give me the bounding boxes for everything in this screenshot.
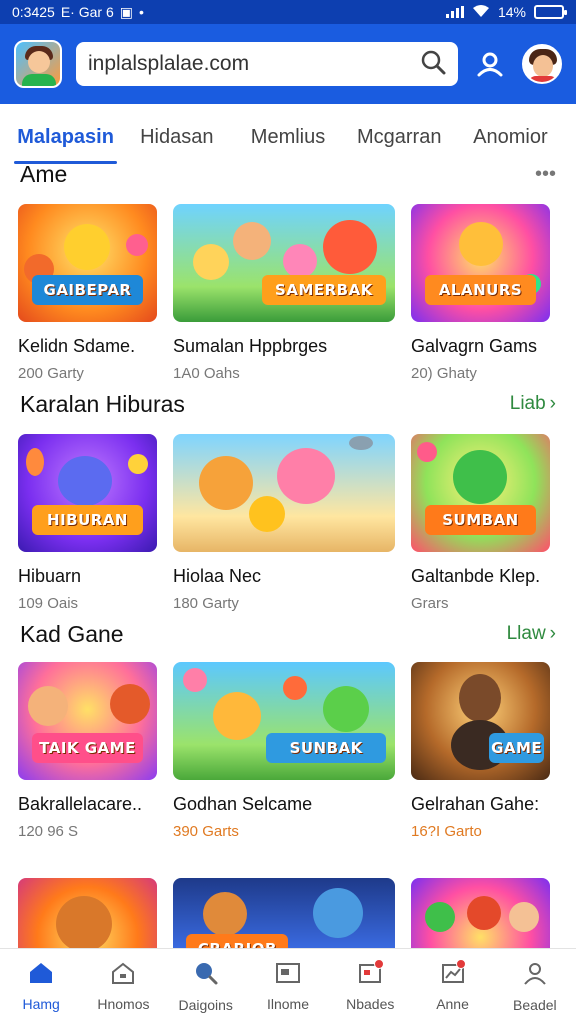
game-card[interactable]: GAIBEPAR Kelidn Sdame. 200 Garty (18, 204, 157, 382)
game-art-title: SUNBAK (266, 733, 387, 764)
user-icon[interactable] (472, 46, 508, 82)
status-indicators: E· Gar 6 (60, 4, 114, 20)
nav-hnomos[interactable]: Hnomos (82, 949, 164, 1024)
nav-beadel[interactable]: Beadel (494, 949, 576, 1024)
see-more-link[interactable]: Liab › (510, 393, 556, 415)
notification-dot (373, 959, 384, 969)
nav-label: Hnomos (97, 996, 150, 1012)
game-name: Godhan Selcame (173, 794, 313, 814)
game-card[interactable]: SUNBAK Godhan Selcame 390 Garts (173, 662, 395, 840)
nav-label: Beadel (513, 997, 557, 1013)
nav-label: Daigoins (178, 997, 233, 1013)
search-icon[interactable] (420, 49, 446, 80)
section-title: Kad Gane (20, 620, 124, 647)
section-karalan-hiburas: Karalan Hiburas Liab › HIBURAN Hibuarn 10… (0, 386, 576, 612)
game-art-title: GAIBEPAR (31, 275, 144, 306)
nav-label: Anne (436, 996, 469, 1012)
game-thumbnail[interactable]: ALANURS (411, 204, 550, 322)
battery-icon (534, 5, 567, 19)
home-icon (28, 961, 54, 990)
more-options-icon[interactable]: ••• (535, 163, 556, 186)
game-meta: Grars (411, 595, 449, 612)
nav-ilnome[interactable]: Ilnome (247, 949, 329, 1024)
status-time: 0:3425 (12, 4, 55, 20)
game-name: Kelidn Sdame. (18, 336, 136, 356)
game-card[interactable]: GAME Gelrahan Gahe: 16?I Garto (411, 662, 550, 840)
gallery-icon (275, 961, 301, 990)
game-card[interactable]: SUMBAN Galtanbde Klep. Grars (411, 434, 550, 612)
game-thumbnail[interactable] (173, 434, 395, 552)
avatar[interactable] (522, 44, 562, 84)
game-card[interactable]: SAMERBAK Sumalan Hppbrges 1A0 Oahs (173, 204, 395, 382)
game-thumbnail[interactable]: SUNBAK (173, 662, 395, 780)
game-name: Bakrallelacare.. (18, 794, 143, 814)
game-thumbnail[interactable]: TAIK GAME (18, 662, 157, 780)
section-title: Karalan Hiburas (20, 390, 185, 417)
game-card[interactable]: TAIK GAME Bakrallelacare.. 120 96 S (18, 662, 157, 840)
game-name: Sumalan Hppbrges (173, 336, 328, 356)
dot-icon: • (138, 4, 144, 20)
nav-nbades[interactable]: Nbades (329, 949, 411, 1024)
game-name: Hibuarn (18, 566, 82, 586)
game-meta: 109 Oais (18, 595, 79, 612)
game-meta: 1A0 Oahs (173, 365, 240, 382)
game-art-title: TAIK GAME (31, 733, 144, 764)
game-art-title: GAME (488, 733, 545, 764)
game-meta: 120 96 S (18, 823, 79, 840)
game-meta: 180 Garty (173, 595, 239, 612)
game-art-title: SAMERBAK (261, 275, 387, 306)
app-header: inplalsplalae.com (0, 24, 576, 104)
game-name: Galtanbde Klep. (411, 566, 541, 586)
section-title: Ame (20, 160, 68, 187)
notification-dot (455, 959, 466, 969)
game-card[interactable]: HIBURAN Hibuarn 109 Oais (18, 434, 157, 612)
search-input[interactable]: inplalsplalae.com (88, 52, 420, 76)
game-thumbnail[interactable]: SAMERBAK (173, 204, 395, 322)
wifi-icon (472, 4, 490, 21)
chevron-right-icon: › (549, 623, 556, 644)
search-bar[interactable]: inplalsplalae.com (76, 42, 458, 86)
game-art-title: SUMBAN (424, 505, 537, 536)
app-logo[interactable] (14, 40, 62, 88)
game-thumbnail[interactable]: GAIBEPAR (18, 204, 157, 322)
game-meta: 200 Garty (18, 365, 84, 382)
search-icon (193, 960, 219, 991)
game-art-title: ALANURS (424, 275, 537, 306)
game-meta: 16?I Garto (411, 823, 482, 840)
nav-label: Ilnome (266, 996, 309, 1012)
game-name: Galvagrn Gams (411, 336, 538, 356)
game-card[interactable]: ALANURS Galvagrn Gams 20) Ghaty (411, 204, 550, 382)
notification-icon: ▣ (119, 3, 133, 20)
bottom-navigation: Hamg Hnomos Daigoins Ilnome Nbades Anne (0, 948, 576, 1024)
nav-anne[interactable]: Anne (411, 949, 493, 1024)
game-thumbnail[interactable]: SUMBAN (411, 434, 550, 552)
nav-home[interactable]: Hamg (0, 949, 82, 1024)
house-icon (110, 961, 136, 990)
see-more-link[interactable]: Llaw › (507, 623, 556, 645)
signal-icon (445, 6, 464, 18)
game-meta: 390 Garts (173, 823, 239, 840)
game-name: Gelrahan Gahe: (411, 794, 540, 814)
battery-percent: 14% (497, 4, 526, 20)
section-ame: Ame ••• GAIBEPAR Kelidn Sdame. 200 Garty… (0, 156, 576, 382)
nav-daigoins[interactable]: Daigoins (165, 949, 247, 1024)
nav-label: Hamg (22, 996, 60, 1012)
section-kad-gane: Kad Gane Llaw › TAIK GAME Bakrallelacare.… (0, 616, 576, 840)
status-bar: 0:3425 E· Gar 6 ▣ • 14% (0, 0, 576, 24)
game-thumbnail[interactable]: HIBURAN (18, 434, 157, 552)
game-meta: 20) Ghaty (411, 365, 477, 382)
game-thumbnail[interactable]: GAME (411, 662, 550, 780)
nav-label: Nbades (346, 996, 395, 1012)
game-name: Hiolaa Nec (173, 566, 262, 586)
game-art-title: HIBURAN (31, 505, 144, 536)
game-card[interactable]: Hiolaa Nec 180 Garty (173, 434, 395, 612)
chevron-right-icon: › (549, 393, 556, 414)
profile-icon (522, 960, 548, 991)
